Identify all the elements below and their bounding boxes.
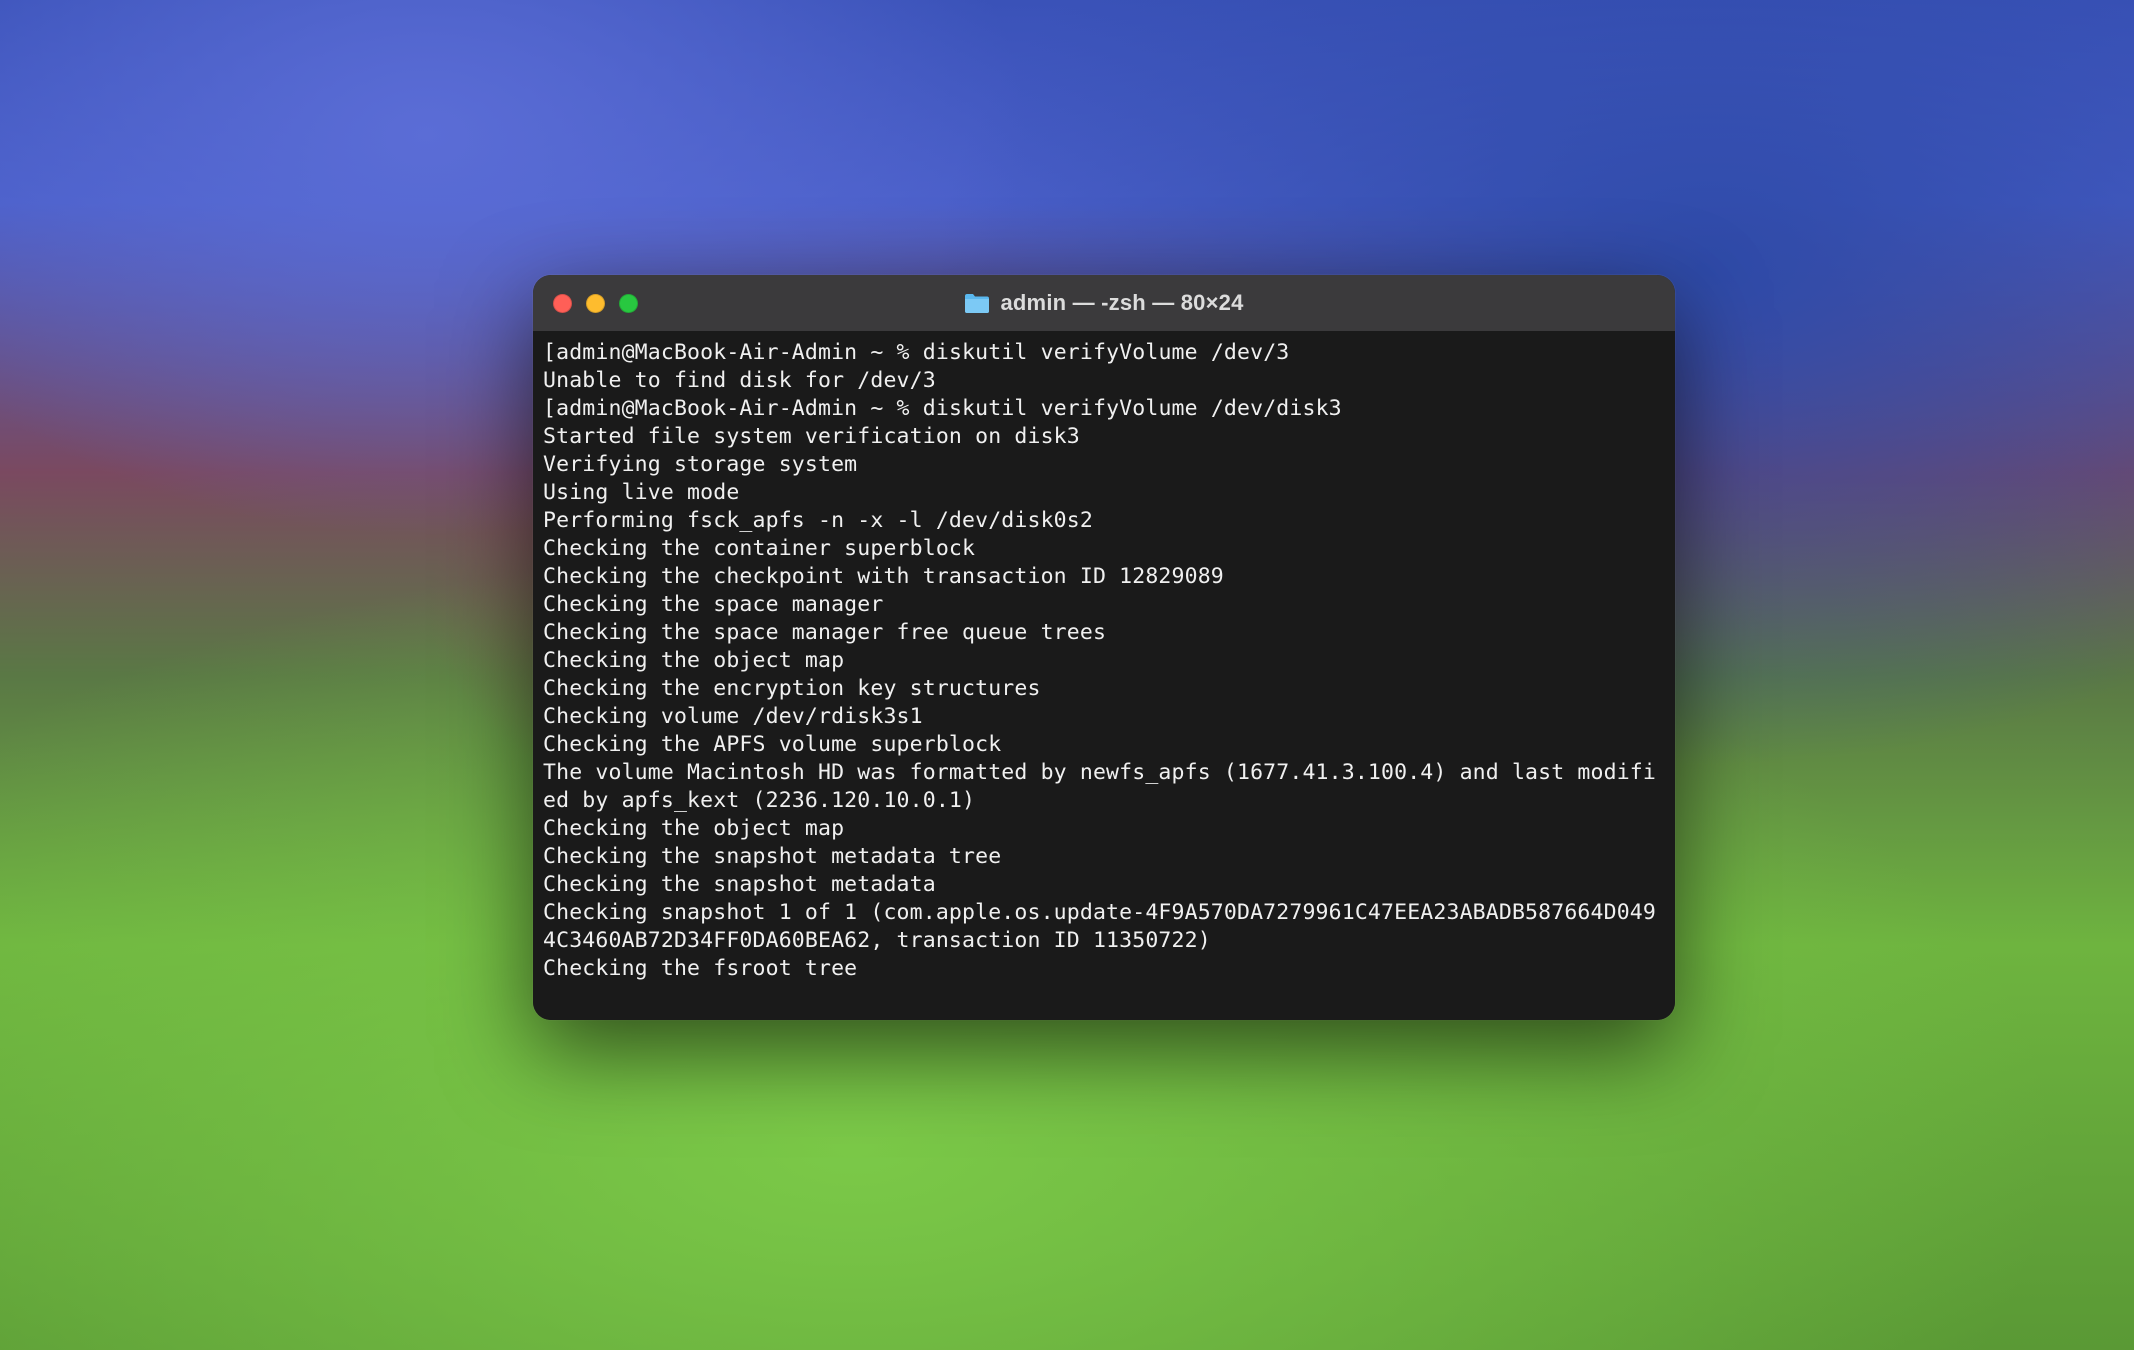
output-line: Verifying storage system — [543, 451, 1665, 479]
window-titlebar[interactable]: admin — -zsh — 80×24 — [533, 275, 1675, 331]
terminal-window[interactable]: admin — -zsh — 80×24 [admin@MacBook-Air-… — [533, 275, 1675, 1020]
output-line: Checking the object map — [543, 815, 1665, 843]
output-line: Checking volume /dev/rdisk3s1 — [543, 703, 1665, 731]
output-line: Checking the encryption key structures — [543, 675, 1665, 703]
window-title-container: admin — -zsh — 80×24 — [533, 290, 1675, 316]
output-line: Using live mode — [543, 479, 1665, 507]
output-line: Checking the space manager — [543, 591, 1665, 619]
minimize-button[interactable] — [586, 294, 605, 313]
output-line: Checking snapshot 1 of 1 (com.apple.os.u… — [543, 899, 1665, 955]
output-line: Checking the fsroot tree — [543, 955, 1665, 983]
prompt-line-1: [admin@MacBook-Air-Admin ~ % diskutil ve… — [543, 339, 1665, 367]
window-title: admin — -zsh — 80×24 — [1000, 290, 1243, 316]
terminal-content[interactable]: [admin@MacBook-Air-Admin ~ % diskutil ve… — [533, 331, 1675, 1020]
folder-icon — [964, 292, 990, 314]
prompt-line-2: [admin@MacBook-Air-Admin ~ % diskutil ve… — [543, 395, 1665, 423]
output-line: Checking the container superblock — [543, 535, 1665, 563]
output-line: Checking the object map — [543, 647, 1665, 675]
output-line: Checking the checkpoint with transaction… — [543, 563, 1665, 591]
output-line: Performing fsck_apfs -n -x -l /dev/disk0… — [543, 507, 1665, 535]
zoom-button[interactable] — [619, 294, 638, 313]
output-line: Started file system verification on disk… — [543, 423, 1665, 451]
output-line: Checking the space manager free queue tr… — [543, 619, 1665, 647]
output-line: Checking the snapshot metadata tree — [543, 843, 1665, 871]
output-line: Unable to find disk for /dev/3 — [543, 367, 1665, 395]
traffic-lights — [553, 294, 638, 313]
output-line: Checking the APFS volume superblock — [543, 731, 1665, 759]
output-line: Checking the snapshot metadata — [543, 871, 1665, 899]
output-line: The volume Macintosh HD was formatted by… — [543, 759, 1665, 815]
close-button[interactable] — [553, 294, 572, 313]
